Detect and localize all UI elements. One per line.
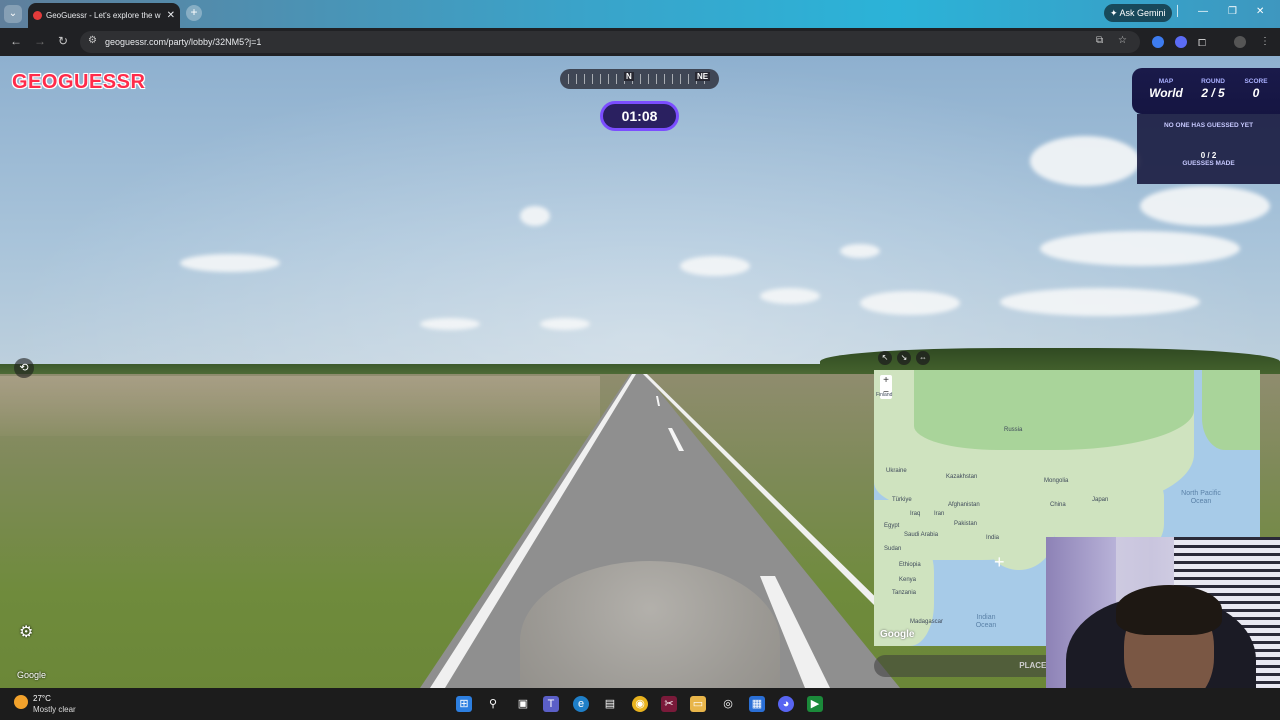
map-label: Finland bbox=[876, 392, 893, 398]
game-status-panel: MAP World ROUND 2 / 5 SCORE 0 bbox=[1132, 68, 1280, 114]
map-label: China bbox=[1050, 502, 1066, 508]
chrome-icon[interactable]: ◉ bbox=[632, 696, 648, 712]
status-map-value: World bbox=[1149, 86, 1183, 100]
install-app-icon[interactable]: ⧉ bbox=[1096, 35, 1103, 46]
map-label: Japan bbox=[1092, 497, 1109, 503]
task-view-icon[interactable]: ▣ bbox=[515, 696, 531, 712]
map-label: Madagascar bbox=[910, 619, 944, 625]
map-label: Mongolia bbox=[1044, 478, 1069, 484]
round-timer: 01:08 bbox=[600, 101, 679, 131]
map-label: Saudi Arabia bbox=[904, 532, 939, 538]
profile-avatar[interactable] bbox=[1234, 36, 1246, 48]
extension-icon[interactable] bbox=[1175, 36, 1187, 48]
sheets-icon[interactable]: ▶ bbox=[807, 696, 823, 712]
windows-taskbar: 27°C Mostly clear ⊞ ⚲ ▣ T e ▤ ◉ ✂ ▭ ◎ ▦ … bbox=[0, 688, 1280, 720]
status-score: SCORE 0 bbox=[1236, 78, 1276, 100]
map-zoom-in-button[interactable]: + bbox=[880, 375, 892, 387]
extensions-puzzle-icon[interactable]: ⧠ bbox=[1198, 38, 1206, 49]
weather-temperature[interactable]: 27°C bbox=[33, 694, 51, 703]
app-icon[interactable]: ▦ bbox=[749, 696, 765, 712]
discord-icon[interactable]: ◕ bbox=[778, 696, 794, 712]
crosshair-icon: + bbox=[994, 552, 1005, 572]
site-info-icon[interactable]: ⚙ bbox=[88, 35, 97, 46]
map-pin-icon[interactable]: ⇔ bbox=[916, 351, 930, 365]
status-round: ROUND 2 / 5 bbox=[1194, 78, 1232, 100]
teams-icon[interactable]: T bbox=[543, 696, 559, 712]
start-windows-icon[interactable]: ⊞ bbox=[456, 696, 472, 712]
forward-arrow-icon[interactable]: → bbox=[34, 34, 46, 48]
capcut-icon[interactable]: ✂ bbox=[661, 696, 677, 712]
close-window-icon[interactable]: ✕ bbox=[1256, 6, 1264, 17]
weather-description[interactable]: Mostly clear bbox=[33, 705, 76, 714]
map-google-logo: Google bbox=[880, 629, 915, 640]
extension-icon[interactable] bbox=[1152, 36, 1164, 48]
browser-tabbar: ⌄ GeoGuessr - Let's explore the w ✕ + ✦ … bbox=[0, 0, 1280, 28]
tab-geoguessr[interactable]: GeoGuessr - Let's explore the w ✕ bbox=[28, 3, 180, 28]
guess-status-note: NO ONE HAS GUESSED YET bbox=[1163, 122, 1254, 129]
status-round-label: ROUND bbox=[1201, 78, 1225, 85]
address-bar[interactable]: ⚙ geoguessr.com/party/lobby/32NM5?j=1 ⧉ … bbox=[80, 31, 1140, 53]
map-label: Iran bbox=[934, 511, 945, 517]
screen: ⌄ GeoGuessr - Let's explore the w ✕ + ✦ … bbox=[0, 0, 1280, 720]
tab-close-icon[interactable]: ✕ bbox=[167, 3, 175, 28]
map-label: Sudan bbox=[884, 546, 902, 552]
webcam-person-hair bbox=[1116, 585, 1222, 635]
back-arrow-icon[interactable]: ← bbox=[10, 34, 22, 48]
status-map-label: MAP bbox=[1158, 78, 1174, 85]
obs-icon[interactable]: ◎ bbox=[720, 696, 736, 712]
browser-toolbar: ← → ↻ ⚙ geoguessr.com/party/lobby/32NM5?… bbox=[0, 28, 1280, 56]
new-tab-button[interactable]: + bbox=[186, 5, 202, 21]
map-label: Ethiopia bbox=[899, 562, 921, 568]
store-icon[interactable]: ▤ bbox=[602, 696, 618, 712]
map-label: Afghanistan bbox=[948, 502, 980, 508]
status-score-value: 0 bbox=[1252, 86, 1260, 100]
map-label: Russia bbox=[1004, 427, 1023, 433]
status-score-label: SCORE bbox=[1244, 78, 1268, 85]
tab-search-icon[interactable]: ⌄ bbox=[4, 5, 22, 23]
guess-count-label: GUESSES MADE bbox=[1182, 160, 1235, 167]
search-icon[interactable]: ⚲ bbox=[485, 696, 501, 712]
geoguessr-logo[interactable]: GEOGUESSR bbox=[12, 71, 145, 94]
map-label: Egypt bbox=[884, 523, 900, 529]
google-watermark: Google bbox=[17, 670, 47, 680]
map-enlarge-icon[interactable]: ↖ bbox=[878, 351, 892, 365]
map-label: Kenya bbox=[899, 577, 917, 583]
url-text: geoguessr.com/party/lobby/32NM5?j=1 bbox=[105, 37, 262, 47]
return-to-start-icon[interactable]: ⟲ bbox=[14, 358, 34, 378]
ask-gemini-button[interactable]: ✦ Ask Gemini bbox=[1104, 4, 1172, 22]
edge-icon[interactable]: e bbox=[573, 696, 589, 712]
map-label: Ukraine bbox=[886, 468, 907, 474]
ocean-label: Indian Ocean bbox=[975, 614, 997, 629]
ocean-label: North Pacific Ocean bbox=[1181, 490, 1221, 505]
status-round-value: 2 / 5 bbox=[1201, 86, 1225, 100]
compass-north: N bbox=[624, 72, 634, 81]
status-map: MAP World bbox=[1146, 78, 1186, 100]
settings-gear-icon[interactable]: ⚙ bbox=[19, 622, 33, 642]
compass-ticks bbox=[568, 74, 708, 84]
ask-gemini-label: Ask Gemini bbox=[1119, 8, 1166, 18]
guesses-panel: NO ONE HAS GUESSED YET 0 / 2 GUESSES MAD… bbox=[1137, 114, 1280, 184]
file-explorer-icon[interactable]: ▭ bbox=[690, 696, 706, 712]
map-label: Türkiye bbox=[892, 497, 912, 503]
tab-title: GeoGuessr - Let's explore the w bbox=[46, 11, 161, 20]
map-label: Pakistan bbox=[954, 521, 978, 527]
map-land-alaska bbox=[1202, 370, 1260, 450]
compass-northeast: NE bbox=[695, 72, 711, 81]
browser-menu-icon[interactable]: ⋮ bbox=[1260, 36, 1270, 47]
map-shrink-icon[interactable]: ↘ bbox=[897, 351, 911, 365]
map-label: India bbox=[986, 535, 1000, 541]
map-label: Tanzania bbox=[892, 590, 917, 596]
weather-icon[interactable] bbox=[14, 695, 28, 709]
bookmark-star-icon[interactable]: ☆ bbox=[1118, 35, 1127, 46]
profile-divider-icon: │ bbox=[1175, 6, 1182, 17]
compass: N NE bbox=[560, 69, 719, 89]
map-land-russia bbox=[914, 370, 1194, 450]
reload-icon[interactable]: ↻ bbox=[58, 34, 68, 48]
geoguessr-favicon-icon bbox=[33, 11, 42, 20]
minimize-icon[interactable]: — bbox=[1198, 6, 1208, 17]
map-label: Iraq bbox=[910, 511, 921, 517]
restore-icon[interactable]: ❐ bbox=[1228, 6, 1237, 17]
map-label: Kazakhstan bbox=[946, 474, 978, 480]
guess-count: 0 / 2 bbox=[1200, 151, 1217, 160]
